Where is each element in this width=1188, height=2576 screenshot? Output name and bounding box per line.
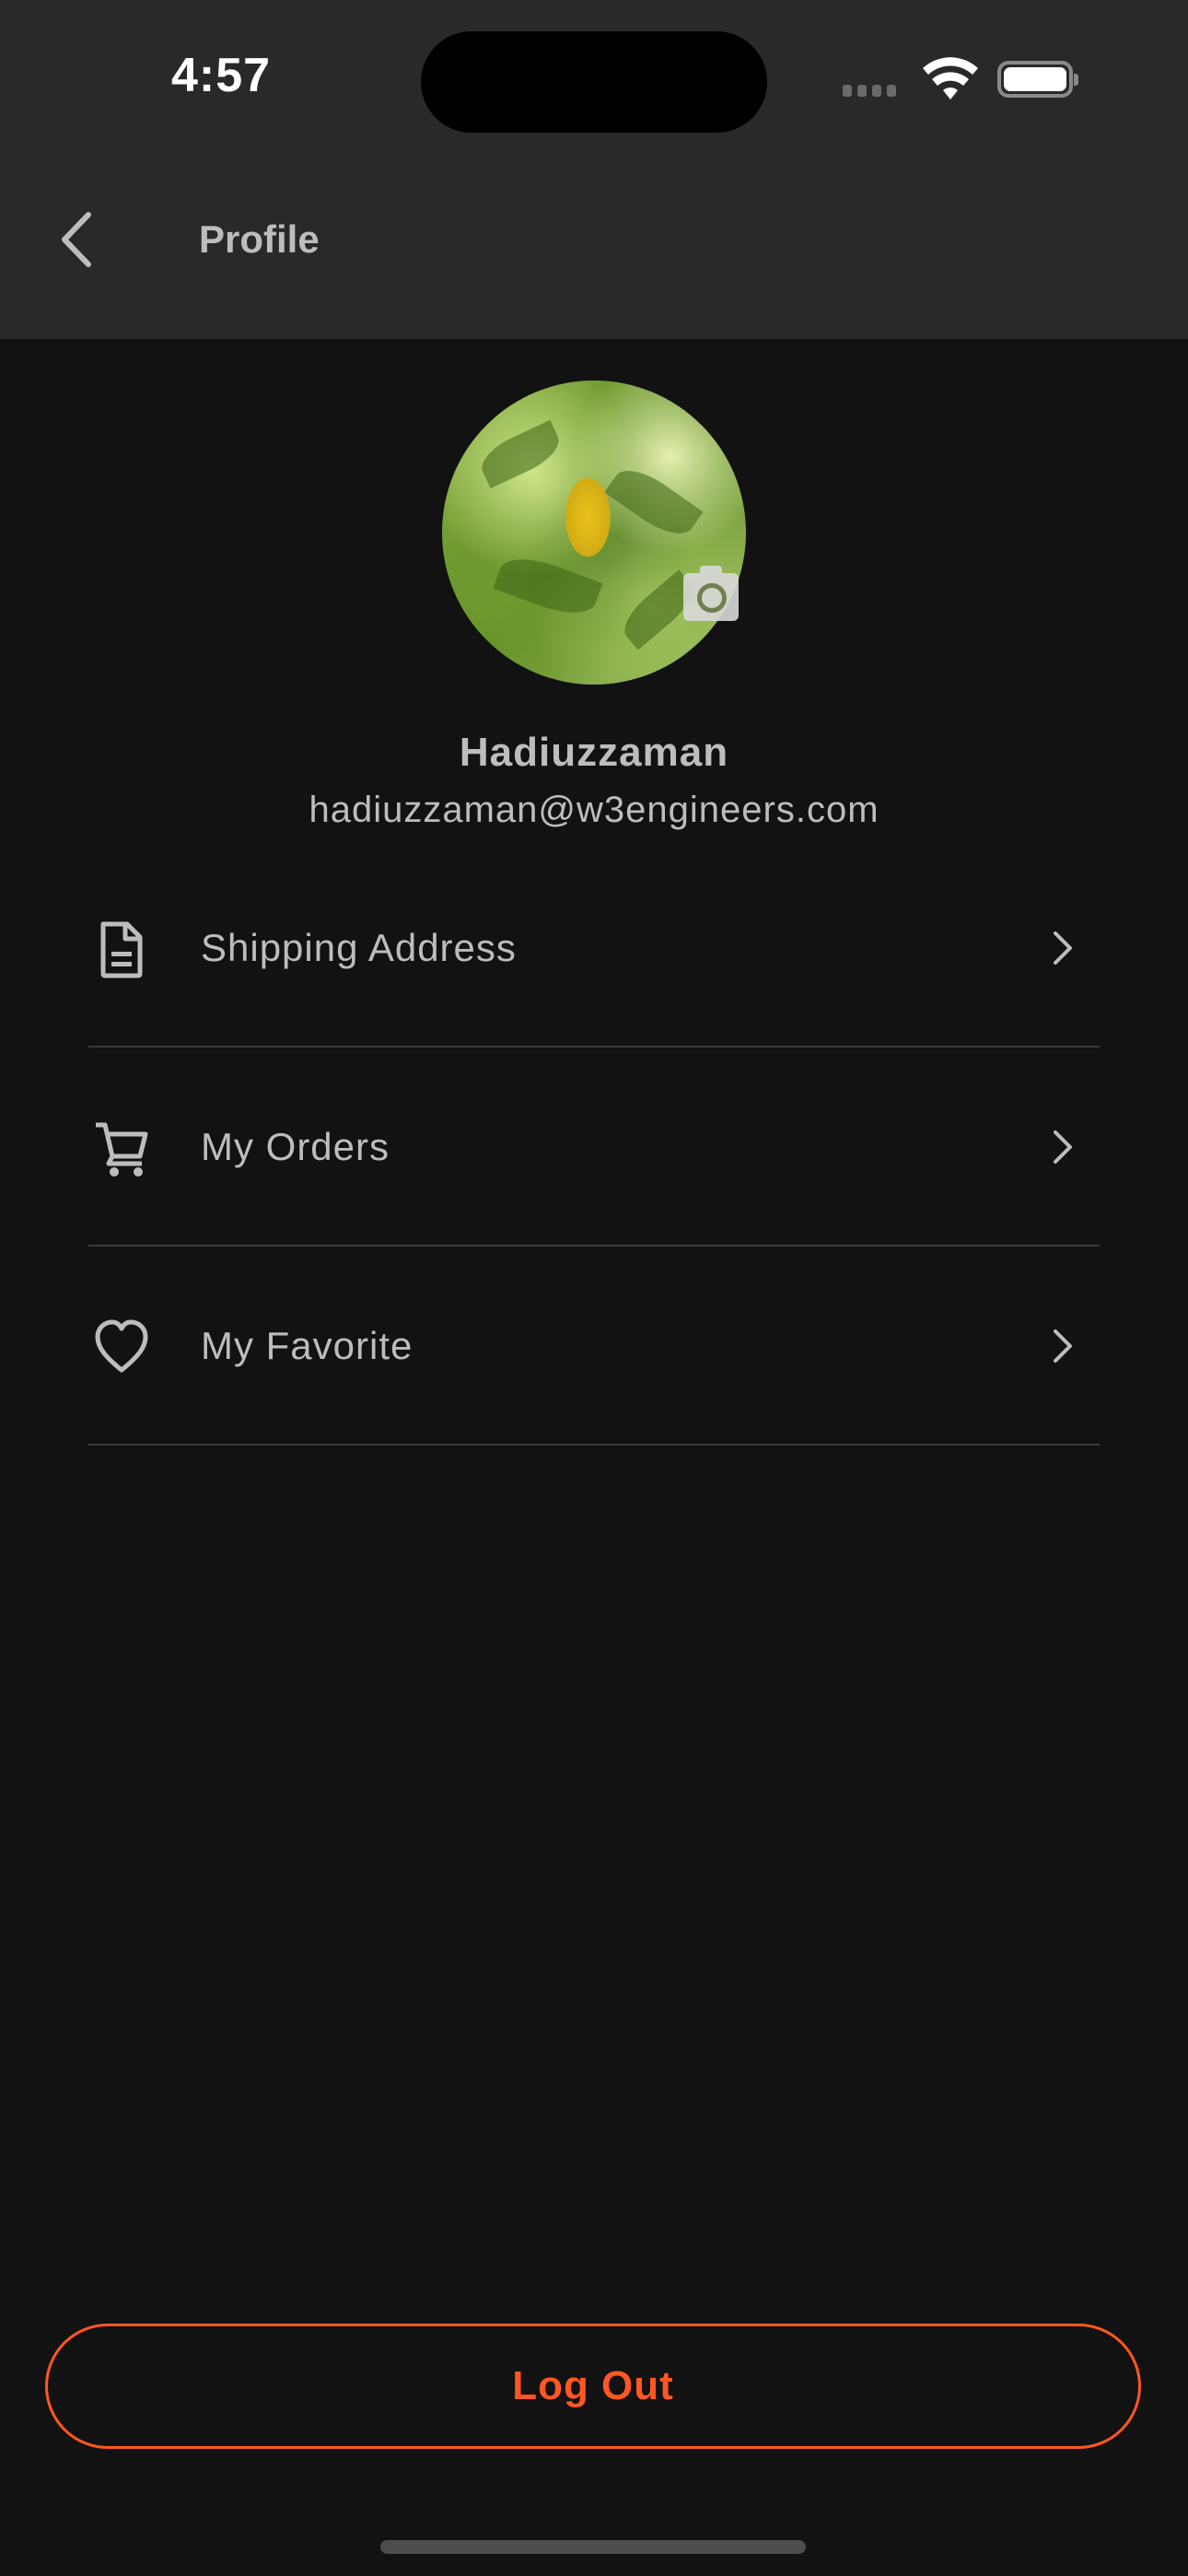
page-title: Profile xyxy=(199,217,320,261)
avatar[interactable] xyxy=(442,381,746,685)
menu-item-label: My Favorite xyxy=(201,1324,413,1367)
home-indicator[interactable] xyxy=(380,2540,806,2554)
dynamic-island xyxy=(421,31,767,133)
logout-button[interactable]: Log Out xyxy=(45,2324,1141,2449)
wifi-icon xyxy=(923,57,978,100)
camera-icon[interactable] xyxy=(683,566,739,621)
cellular-signal-icon xyxy=(843,85,896,97)
menu-item-my-favorite[interactable]: My Favorite xyxy=(88,1247,1100,1446)
status-time: 4:57 xyxy=(171,49,272,102)
menu-item-label: My Orders xyxy=(201,1125,390,1168)
logout-label: Log Out xyxy=(512,2363,674,2408)
user-email: hadiuzzaman@w3engineers.com xyxy=(309,790,879,830)
app-header: 4:57 Profile xyxy=(0,0,1188,339)
heart-icon xyxy=(95,1319,148,1373)
chevron-right-icon xyxy=(1054,931,1072,965)
chevron-right-icon xyxy=(1054,1130,1072,1164)
menu-item-my-orders[interactable]: My Orders xyxy=(88,1048,1100,1247)
battery-icon xyxy=(997,61,1078,98)
document-icon xyxy=(100,921,143,978)
menu-item-shipping-address[interactable]: Shipping Address xyxy=(88,849,1100,1048)
menu-item-label: Shipping Address xyxy=(201,926,517,969)
user-name: Hadiuzzaman xyxy=(459,730,729,775)
back-button[interactable] xyxy=(55,207,101,272)
chevron-right-icon xyxy=(1054,1329,1072,1363)
cart-icon xyxy=(96,1122,148,1177)
